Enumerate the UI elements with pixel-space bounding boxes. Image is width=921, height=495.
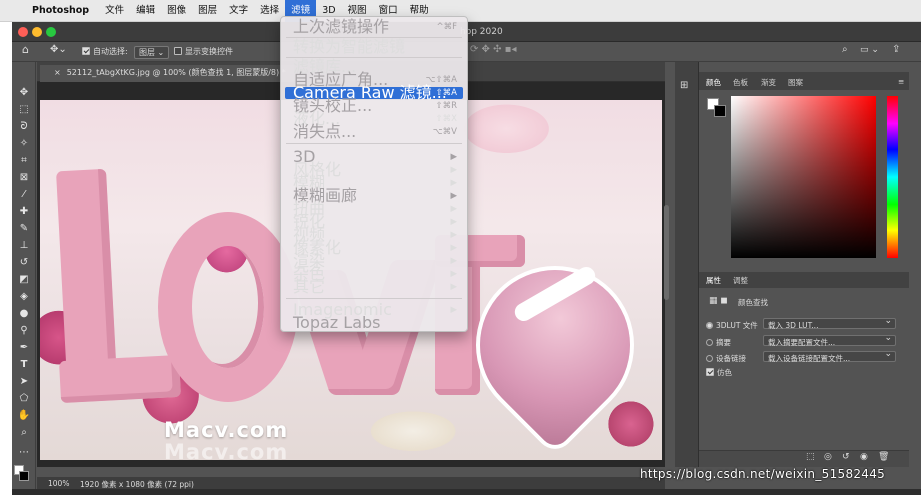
hand-tool-icon[interactable]: ✋ xyxy=(14,408,34,424)
device-link-radio[interactable] xyxy=(706,355,713,362)
filter-other-submenu[interactable]: 其它 ▶ xyxy=(285,279,463,295)
background-swatch[interactable] xyxy=(19,471,29,481)
adjustment-layer-icon: ▦ ◼ xyxy=(709,296,728,306)
layer-type-label: 颜色查找 xyxy=(738,298,768,307)
properties-panel-tabbar xyxy=(699,272,909,288)
move-tool-icon[interactable]: ✥⌄ xyxy=(50,44,67,55)
tab-color[interactable]: 颜色 xyxy=(706,77,721,88)
marquee-tool-icon[interactable]: ⬚ xyxy=(14,102,34,118)
clip-to-layer-icon[interactable]: ⬚ xyxy=(806,452,815,462)
canvas-vertical-scrollbar[interactable] xyxy=(664,205,669,300)
dither-checkbox[interactable] xyxy=(706,368,714,376)
menu-type[interactable]: 文字 xyxy=(223,0,254,22)
show-transform-checkbox[interactable] xyxy=(174,47,182,55)
device-link-dropdown[interactable]: 载入设备链接配置文件... xyxy=(763,349,896,363)
watermark-shadow-text: Macv.com xyxy=(164,440,289,464)
view-previous-icon[interactable]: ◎ xyxy=(824,452,832,462)
color-background-swatch[interactable] xyxy=(714,105,726,117)
lasso-tool-icon[interactable]: ᘐ xyxy=(14,119,34,135)
move-tool-icon[interactable]: ✥ xyxy=(14,85,34,101)
filter-last-filter-item[interactable]: 上次滤镜操作 ^⌘F xyxy=(285,19,463,35)
brush-tool-icon[interactable]: ✎ xyxy=(14,221,34,237)
source-url-overlay: https://blog.csdn.net/weixin_51582445 xyxy=(640,467,886,481)
tab-properties[interactable]: 属性 xyxy=(706,275,721,286)
close-window-button[interactable] xyxy=(18,27,28,37)
visibility-icon[interactable]: ◉ xyxy=(860,452,868,462)
filter-convert-smart-item[interactable]: 转换为智能滤镜 xyxy=(285,39,463,55)
blur-tool-icon[interactable]: ● xyxy=(14,306,34,322)
menu-app-photoshop[interactable]: Photoshop xyxy=(26,0,99,22)
abstract-dropdown[interactable]: 载入摘要配置文件... xyxy=(763,333,896,347)
lut-file-dropdown[interactable]: 载入 3D LUT... xyxy=(763,316,896,330)
dither-option[interactable]: 仿色 xyxy=(706,367,732,378)
zoom-window-button[interactable] xyxy=(46,27,56,37)
abstract-option[interactable]: 摘要 xyxy=(706,337,731,348)
pen-tool-icon[interactable]: ✒ xyxy=(14,340,34,356)
menu-image[interactable]: 图像 xyxy=(161,0,192,22)
image-letter-o xyxy=(158,212,298,402)
search-icon[interactable]: ⌕ xyxy=(842,44,848,55)
healing-brush-tool-icon[interactable]: ✚ xyxy=(14,204,34,220)
history-brush-tool-icon[interactable]: ↺ xyxy=(14,255,34,271)
hue-slider[interactable] xyxy=(887,96,898,258)
type-tool-icon[interactable]: T xyxy=(14,357,34,373)
dodge-tool-icon[interactable]: ⚲ xyxy=(14,323,34,339)
3d-mode-icons[interactable]: ⟳ ✥ ✣ ▪◂ xyxy=(470,44,516,55)
path-select-tool-icon[interactable]: ➤ xyxy=(14,374,34,390)
crop-tool-icon[interactable]: ⌗ xyxy=(14,153,34,169)
paint-bucket-tool-icon[interactable]: ◈ xyxy=(14,289,34,305)
lut-file-option[interactable]: 3DLUT 文件 xyxy=(706,320,758,331)
menu-separator xyxy=(286,143,462,144)
minimize-window-button[interactable] xyxy=(32,27,42,37)
clone-stamp-tool-icon[interactable]: ⊥ xyxy=(14,238,34,254)
reset-icon[interactable]: ↺ xyxy=(842,452,850,462)
color-picker-field[interactable] xyxy=(731,96,876,258)
tab-swatches[interactable]: 色板 xyxy=(733,77,748,88)
collapsed-panel-strip xyxy=(675,62,699,467)
filter-vanishing-point-item[interactable]: 消失点... ⌥⌘V xyxy=(285,124,463,140)
share-icon[interactable]: ⇪ xyxy=(892,44,900,55)
tab-patterns[interactable]: 图案 xyxy=(788,77,803,88)
auto-select-option[interactable]: 自动选择: xyxy=(82,46,128,57)
image-heart-ornament xyxy=(448,238,662,452)
auto-select-checkbox[interactable] xyxy=(82,47,90,55)
lut-file-radio[interactable] xyxy=(706,322,713,329)
workspace-icon[interactable]: ▭ ⌄ xyxy=(860,45,879,55)
home-icon[interactable]: ⌂ xyxy=(22,43,29,56)
auto-select-target-dropdown[interactable]: 图层 ⌄ xyxy=(134,46,170,59)
eraser-tool-icon[interactable]: ◩ xyxy=(14,272,34,288)
menu-layer[interactable]: 图层 xyxy=(192,0,223,22)
zoom-tool-icon[interactable]: ⌕ xyxy=(14,425,34,441)
show-transform-option[interactable]: 显示变换控件 xyxy=(174,46,233,57)
filter-topaz-labs-item[interactable]: Topaz Labs xyxy=(285,315,463,331)
tab-gradients[interactable]: 渐变 xyxy=(761,77,776,88)
eyedropper-tool-icon[interactable]: ⁄ xyxy=(14,187,34,203)
menu-file[interactable]: 文件 xyxy=(99,0,130,22)
color-panel-tabbar xyxy=(699,72,909,90)
panel-menu-icon[interactable]: ≡ xyxy=(898,77,904,86)
shape-tool-icon[interactable]: ⬠ xyxy=(14,391,34,407)
document-tab[interactable]: × 52112_tAbgXtKG.jpg @ 100% (颜色查找 1, 图层蒙版… xyxy=(40,65,294,82)
menu-separator xyxy=(286,298,462,299)
delete-icon[interactable]: 🗑 xyxy=(878,452,889,462)
watermark-text: Macv.com xyxy=(164,418,289,442)
more-tools-icon[interactable]: ⋯ xyxy=(14,445,34,461)
quick-select-tool-icon[interactable]: ✧ xyxy=(14,136,34,152)
properties-panel-icon[interactable]: ⊞ xyxy=(680,80,688,91)
zoom-level[interactable]: 100% xyxy=(48,479,69,488)
frame-tool-icon[interactable]: ⊠ xyxy=(14,170,34,186)
image-letter-l-foot xyxy=(58,354,182,404)
window-bottom-edge xyxy=(12,489,921,495)
menu-edit[interactable]: 编辑 xyxy=(130,0,161,22)
tab-adjustments[interactable]: 调整 xyxy=(733,275,748,286)
device-link-option[interactable]: 设备链接 xyxy=(706,353,746,364)
abstract-radio[interactable] xyxy=(706,339,713,346)
close-tab-icon[interactable]: × xyxy=(54,68,61,77)
